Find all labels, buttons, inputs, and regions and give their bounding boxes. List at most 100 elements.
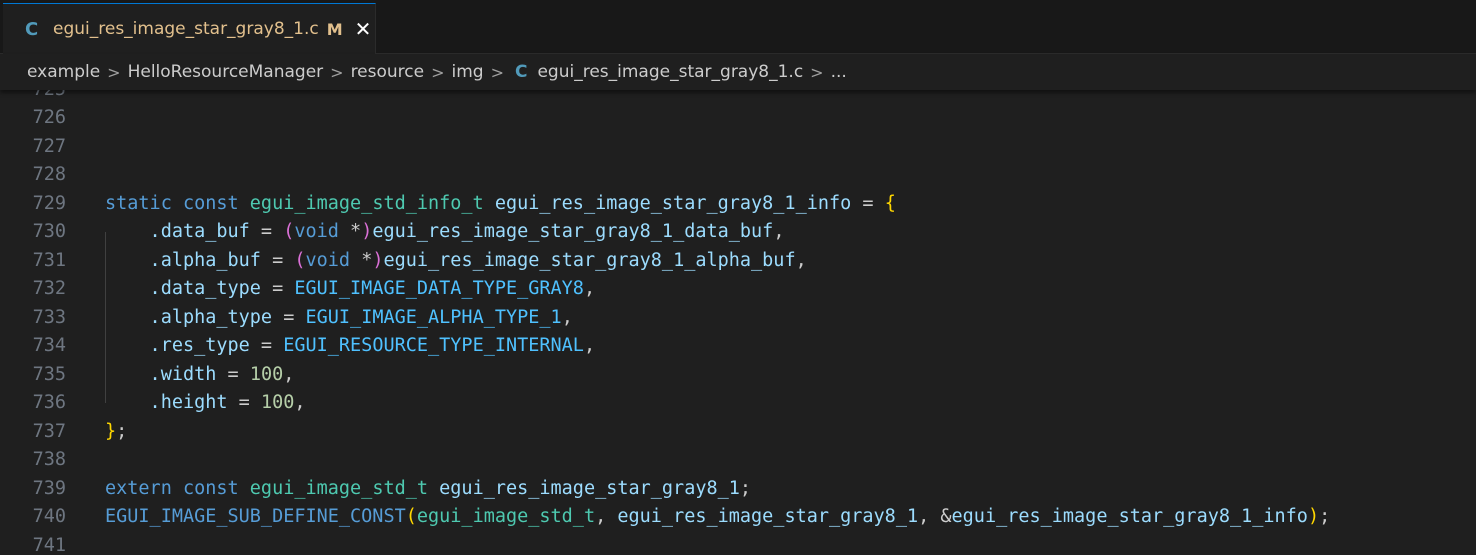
- code-token: ): [361, 221, 373, 242]
- breadcrumb-hello-resource-manager[interactable]: HelloResourceManager: [128, 62, 324, 82]
- line-number: 733: [32, 306, 66, 328]
- code-token: =: [260, 278, 295, 299]
- breadcrumb-example[interactable]: example: [27, 62, 100, 82]
- code-token: }: [105, 420, 117, 442]
- chevron-right-icon: >: [490, 62, 504, 82]
- code-token: ,: [795, 249, 807, 271]
- code-text: .res_type = EGUI_RESOURCE_TYPE_INTERNAL,: [105, 332, 596, 361]
- code-token: *: [350, 249, 373, 271]
- code-token: ,: [583, 335, 596, 356]
- code-token: {: [884, 192, 896, 214]
- code-token: egui_res_image_star_gray8_1_alpha_buf: [383, 249, 796, 271]
- code-editor[interactable]: 725726727728729static const egui_image_s…: [0, 76, 1476, 555]
- chevron-right-icon: >: [431, 62, 445, 82]
- code-token: static const: [105, 192, 250, 214]
- code-text: .alpha_type = EGUI_IMAGE_ALPHA_TYPE_1,: [105, 304, 573, 333]
- code-token: (: [294, 249, 306, 271]
- code-token: EGUI_IMAGE_SUB_DEFINE_CONST: [105, 506, 406, 527]
- line-number: 734: [32, 335, 66, 356]
- code-token: ,: [595, 506, 618, 527]
- code-token: , &: [918, 506, 952, 527]
- close-icon[interactable]: ✕: [355, 17, 372, 41]
- code-token: .width: [105, 363, 217, 385]
- chevron-right-icon: >: [330, 62, 344, 82]
- code-token: ): [372, 249, 384, 271]
- code-token: .res_type: [105, 335, 250, 356]
- code-token: .alpha_buf: [105, 249, 261, 271]
- code-token: void: [305, 249, 351, 271]
- line-number: 738: [32, 449, 66, 470]
- code-token: ;: [116, 420, 128, 442]
- code-token: egui_image_std_t: [249, 477, 440, 499]
- code-token: .data_type: [105, 278, 261, 299]
- code-token: ,: [583, 278, 596, 299]
- code-token: EGUI_RESOURCE_TYPE_INTERNAL: [283, 335, 584, 356]
- code-text: };: [105, 418, 127, 447]
- code-token: ;: [1319, 506, 1331, 527]
- chevron-right-icon: >: [810, 62, 824, 82]
- code-text: .data_type = EGUI_IMAGE_DATA_TYPE_GRAY8,: [105, 275, 596, 304]
- code-token: 100: [260, 392, 295, 413]
- code-token: egui_image_std_t: [416, 506, 596, 527]
- code-token: 100: [249, 363, 284, 385]
- code-token: =: [227, 392, 261, 413]
- tab-bar: C egui_res_image_star_gray8_1.c M ✕: [0, 0, 1476, 54]
- code-token: EGUI_IMAGE_ALPHA_TYPE_1: [305, 306, 562, 328]
- code-token: =: [260, 249, 295, 271]
- code-token: egui_res_image_star_gray8_1_info: [494, 192, 852, 214]
- line-number: 731: [32, 249, 66, 271]
- code-token: ,: [294, 392, 306, 413]
- tab-egui-res-image-star-gray8-1[interactable]: C egui_res_image_star_gray8_1.c M ✕: [3, 3, 376, 54]
- code-token: egui_res_image_star_gray8_1: [439, 477, 740, 499]
- code-token: (: [405, 506, 417, 527]
- line-number: 727: [32, 135, 66, 157]
- line-number: 736: [32, 392, 66, 413]
- code-token: =: [851, 192, 885, 214]
- code-token: ,: [283, 363, 295, 385]
- code-token: ;: [739, 477, 752, 499]
- line-number: 737: [32, 420, 66, 442]
- code-token: ): [1307, 506, 1320, 527]
- code-token: =: [249, 335, 284, 356]
- modified-badge: M: [326, 19, 343, 39]
- chevron-right-icon: >: [107, 62, 121, 82]
- code-text: .width = 100,: [105, 361, 295, 390]
- code-token: (: [283, 221, 295, 242]
- code-token: ,: [561, 306, 573, 328]
- code-token: egui_res_image_star_gray8_1_info: [951, 506, 1308, 527]
- breadcrumb-file[interactable]: egui_res_image_star_gray8_1.c: [537, 62, 803, 82]
- code-token: *: [338, 221, 362, 242]
- c-file-icon: C: [514, 62, 528, 82]
- code-text: .data_buf = (void *)egui_res_image_star_…: [105, 218, 785, 247]
- code-token: .alpha_type: [105, 306, 273, 328]
- code-token: extern const: [105, 477, 250, 499]
- code-token: egui_image_std_info_t: [249, 192, 495, 214]
- code-text: extern const egui_image_std_t egui_res_i…: [105, 475, 751, 504]
- code-token: =: [272, 306, 306, 328]
- code-token: EGUI_IMAGE_DATA_TYPE_GRAY8: [294, 278, 584, 299]
- code-token: .data_buf: [105, 221, 250, 242]
- code-text: .height = 100,: [105, 389, 306, 418]
- breadcrumb-img[interactable]: img: [452, 62, 484, 82]
- line-number: 726: [32, 107, 66, 128]
- code-text: static const egui_image_std_info_t egui_…: [105, 190, 896, 219]
- line-number: 729: [32, 192, 66, 214]
- code-text: EGUI_IMAGE_SUB_DEFINE_CONST(egui_image_s…: [105, 503, 1330, 532]
- line-number: 739: [32, 477, 66, 499]
- code-token: egui_res_image_star_gray8_1: [617, 506, 919, 527]
- code-token: =: [249, 221, 284, 242]
- tab-filename[interactable]: egui_res_image_star_gray8_1.c: [53, 19, 319, 39]
- line-number: 728: [32, 164, 66, 185]
- code-text: .alpha_buf = (void *)egui_res_image_star…: [105, 247, 807, 276]
- line-number: 735: [32, 363, 66, 385]
- code-token: void: [294, 221, 339, 242]
- breadcrumb-resource[interactable]: resource: [351, 62, 425, 82]
- code-token: =: [216, 363, 250, 385]
- breadcrumb: example > HelloResourceManager > resourc…: [0, 54, 1476, 90]
- line-number: 730: [32, 221, 66, 242]
- code-token: ,: [773, 221, 785, 242]
- breadcrumb-more[interactable]: ...: [831, 62, 847, 82]
- c-file-icon: C: [25, 18, 39, 40]
- line-number: 740: [32, 506, 66, 527]
- line-number: 732: [32, 278, 66, 299]
